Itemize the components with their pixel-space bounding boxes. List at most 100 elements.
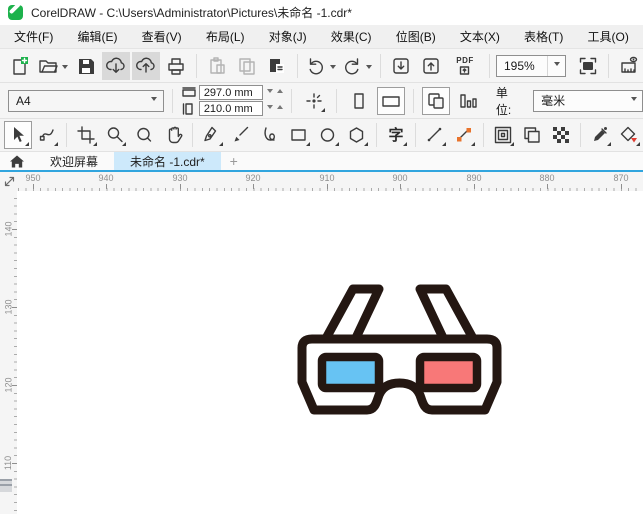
ruler-origin-button[interactable]: [0, 172, 18, 191]
zoom-level-combobox[interactable]: 195%: [496, 54, 566, 77]
menu-edit[interactable]: 编辑(E): [78, 28, 118, 45]
units-caret[interactable]: [625, 91, 642, 111]
page-size-combobox[interactable]: A4: [8, 89, 164, 112]
menu-layout[interactable]: 布局(L): [206, 28, 245, 45]
page-height-field[interactable]: 210.0 mm: [198, 101, 263, 116]
tab-document[interactable]: 未命名 -1.cdr*: [114, 152, 221, 170]
artistic-media-tool[interactable]: [227, 121, 255, 149]
toolbox-separator: [376, 123, 377, 147]
save-icon: [79, 58, 94, 74]
export-button[interactable]: [417, 52, 445, 80]
page-height-icon: [182, 102, 193, 115]
horizontal-ruler[interactable]: 950 940 930 920 910 900 890 880 870: [0, 172, 643, 191]
import-button[interactable]: [387, 52, 415, 80]
page-height-spinner[interactable]: [266, 105, 283, 112]
hruler-label: 890: [456, 173, 492, 189]
connector-tool[interactable]: [450, 121, 478, 149]
units-combobox[interactable]: 毫米: [533, 89, 643, 112]
fullscreen-preview-button[interactable]: [574, 52, 602, 80]
drawing-canvas[interactable]: [17, 191, 643, 514]
menu-view[interactable]: 查看(V): [142, 28, 182, 45]
portrait-orientation-button[interactable]: [345, 87, 373, 115]
open-button[interactable]: [36, 52, 60, 80]
vertical-ruler[interactable]: 140 130 120 110: [0, 191, 17, 514]
publish-pdf-icon: [459, 65, 470, 75]
print-button[interactable]: [162, 52, 190, 80]
anaglyph-glasses-artwork[interactable]: [296, 282, 503, 430]
page-sorter-button[interactable]: [454, 87, 482, 115]
new-document-tab-button[interactable]: +: [221, 152, 247, 170]
menu-effects[interactable]: 效果(C): [331, 28, 372, 45]
open-folder-icon: [39, 59, 58, 73]
menu-file[interactable]: 文件(F): [14, 28, 53, 45]
landscape-orientation-button[interactable]: [376, 86, 405, 115]
toolbox: 字: [0, 119, 643, 152]
rectangle-tool[interactable]: [285, 121, 313, 149]
toolbox-separator: [580, 123, 581, 147]
menu-tools[interactable]: 工具(O): [588, 28, 629, 45]
undo-dropdown-caret[interactable]: [330, 64, 336, 72]
menu-text[interactable]: 文本(X): [460, 28, 500, 45]
cloud-download-button[interactable]: [102, 51, 130, 80]
transparency-tool[interactable]: [547, 121, 575, 149]
page-size-caret[interactable]: [146, 91, 163, 111]
page-sorter-icon: [460, 93, 477, 108]
cloud-upload-button[interactable]: [132, 51, 160, 80]
line-tool[interactable]: [421, 121, 449, 149]
copy-icon: [239, 57, 255, 75]
freehand-curve-icon: [264, 127, 276, 141]
shape-tool[interactable]: [33, 121, 61, 149]
all-pages-button[interactable]: [421, 86, 450, 115]
page-width-spinner[interactable]: [266, 89, 283, 96]
undo-button[interactable]: [304, 52, 328, 80]
publish-to-pdf-button[interactable]: PDF: [449, 52, 481, 80]
crop-tool[interactable]: [72, 121, 100, 149]
hruler-label: 910: [309, 173, 345, 189]
freehand-tool[interactable]: [256, 121, 284, 149]
propbar-separator: [171, 88, 173, 113]
menu-bitmaps[interactable]: 位图(B): [396, 28, 436, 45]
right-lens: [415, 352, 482, 393]
pan-tool[interactable]: [159, 121, 187, 149]
eyedropper-tool[interactable]: [586, 121, 614, 149]
page-width-field[interactable]: 297.0 mm: [198, 85, 263, 100]
interactive-fill-tool[interactable]: [615, 121, 643, 149]
connector-tool-icon: [457, 128, 471, 142]
polygon-icon: [349, 127, 364, 143]
property-bar: A4 297.0 mm 210.0 mm 单位: 毫米: [0, 83, 643, 119]
eyedropper-icon: [594, 127, 607, 141]
menu-object[interactable]: 对象(J): [269, 28, 307, 45]
polygon-tool[interactable]: [343, 121, 371, 149]
save-button[interactable]: [72, 52, 100, 80]
hruler-label: 870: [603, 173, 639, 189]
pick-tool[interactable]: [4, 121, 32, 149]
home-tab[interactable]: [0, 152, 34, 170]
landscape-icon: [382, 95, 400, 107]
zoom-level-caret[interactable]: [547, 55, 565, 76]
ellipse-tool[interactable]: [314, 121, 342, 149]
pen-icon: [204, 126, 217, 142]
text-tool[interactable]: 字: [382, 121, 410, 149]
open-dropdown-caret[interactable]: [62, 64, 68, 72]
contour-tool[interactable]: [489, 121, 517, 149]
tab-welcome-screen[interactable]: 欢迎屏幕: [34, 152, 114, 170]
pick-tool-icon: [14, 127, 24, 142]
page-dimensions-group: 297.0 mm 210.0 mm: [181, 85, 283, 116]
zoom-secondary-tool[interactable]: [130, 121, 158, 149]
transparency-checkerboard-icon: [553, 127, 569, 143]
drop-shadow-tool[interactable]: [518, 121, 546, 149]
nudge-offset-button[interactable]: [300, 87, 328, 115]
pen-tool[interactable]: [198, 121, 226, 149]
page-width-icon: [182, 86, 196, 97]
zoom-tool[interactable]: [101, 121, 129, 149]
paste-icon: [270, 58, 284, 73]
toolbar-separator: [608, 53, 609, 78]
paste-button[interactable]: [263, 52, 291, 80]
all-pages-icon: [428, 92, 444, 109]
menu-table[interactable]: 表格(T): [524, 28, 563, 45]
redo-dropdown-caret[interactable]: [366, 64, 372, 72]
window-title: CorelDRAW - C:\Users\Administrator\Pictu…: [31, 6, 352, 20]
redo-button[interactable]: [340, 52, 364, 80]
new-document-button[interactable]: [6, 52, 34, 80]
show-rulers-button[interactable]: [615, 52, 643, 80]
